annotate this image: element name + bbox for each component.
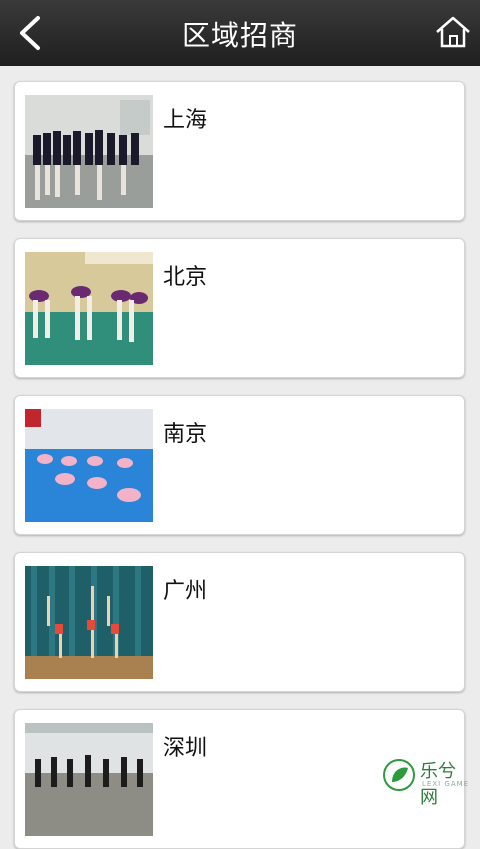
leaf-logo-icon [383, 759, 415, 791]
region-card-nanjing[interactable]: 南京 [14, 395, 465, 535]
dance-class-photo [25, 95, 153, 208]
home-icon [436, 16, 470, 48]
page-title: 区域招商 [181, 19, 298, 52]
dance-class-photo [25, 252, 153, 365]
dance-stage-photo [25, 566, 153, 679]
dance-class-photo [25, 723, 153, 836]
region-name: 上海 [163, 108, 208, 133]
region-name: 南京 [163, 422, 208, 447]
watermark-logo: 乐兮网 LEXI GAME [382, 754, 472, 808]
home-button[interactable] [434, 14, 472, 50]
region-name: 北京 [163, 265, 208, 290]
dance-class-photo [25, 409, 153, 522]
watermark-subtext: LEXI GAME [422, 780, 470, 788]
region-card-shanghai[interactable]: 上海 [14, 81, 465, 221]
region-card-beijing[interactable]: 北京 [14, 238, 465, 378]
top-bar: 区域招商 [0, 0, 480, 66]
region-name: 深圳 [163, 736, 208, 761]
region-card-guangzhou[interactable]: 广州 [14, 552, 465, 692]
region-name: 广州 [163, 579, 208, 604]
